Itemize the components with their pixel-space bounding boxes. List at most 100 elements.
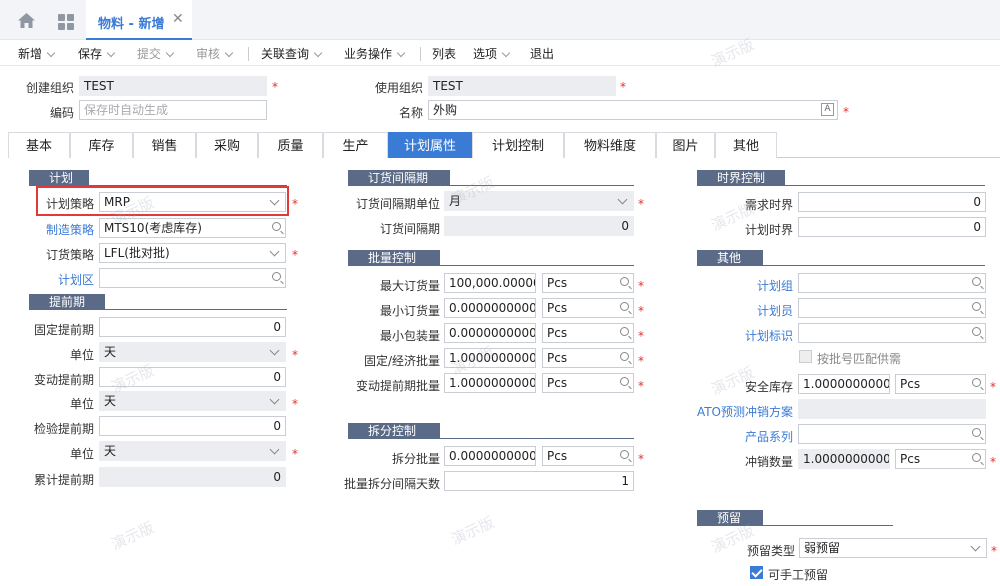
interval-field: 0 bbox=[444, 216, 634, 236]
var-lead-field[interactable]: 0 bbox=[99, 367, 286, 387]
plan-fence-field[interactable]: 0 bbox=[798, 217, 986, 237]
split-qty-unit[interactable]: Pcs bbox=[542, 446, 634, 466]
min-pack-unit[interactable]: Pcs bbox=[542, 323, 634, 343]
plan-fence-label: 计划时界 bbox=[744, 223, 793, 237]
max-qty-field[interactable]: 100,000.00000 bbox=[444, 273, 536, 293]
tab-8[interactable]: 物料维度 bbox=[564, 132, 656, 158]
lot-match-checkbox[interactable] bbox=[799, 350, 812, 363]
code-field[interactable]: 保存时自动生成 bbox=[79, 100, 267, 120]
search-icon[interactable] bbox=[972, 428, 981, 437]
var-lead-qty-unit[interactable]: Pcs bbox=[542, 373, 634, 393]
interval-unit-select[interactable]: 月 bbox=[444, 191, 634, 211]
planner-link[interactable]: 计划员 bbox=[700, 302, 793, 319]
reserve-type-select[interactable]: 弱预留 bbox=[799, 538, 987, 558]
product-series-field[interactable] bbox=[798, 424, 986, 444]
safety-stock-field[interactable]: 1.0000000000 bbox=[798, 374, 890, 394]
ato-field bbox=[798, 399, 986, 419]
options-button[interactable]: 选项 bbox=[473, 45, 511, 62]
submit-button[interactable]: 提交 bbox=[137, 45, 175, 62]
apps-grid-icon[interactable] bbox=[58, 14, 74, 30]
eco-qty-unit[interactable]: Pcs bbox=[542, 348, 634, 368]
max-qty-unit[interactable]: Pcs bbox=[542, 273, 634, 293]
tab-2[interactable]: 销售 bbox=[133, 132, 196, 158]
tab-5[interactable]: 生产 bbox=[323, 132, 388, 158]
min-qty-unit[interactable]: Pcs bbox=[542, 298, 634, 318]
section-interval: 订货间隔期 bbox=[348, 170, 450, 186]
planner-field[interactable] bbox=[798, 298, 986, 318]
search-icon[interactable] bbox=[972, 277, 981, 286]
fixed-lead-field[interactable]: 0 bbox=[99, 317, 286, 337]
create-org-field: TEST bbox=[79, 76, 267, 96]
split-days-field[interactable]: 1 bbox=[444, 471, 634, 491]
min-qty-field[interactable]: 0.0000000000 bbox=[444, 298, 536, 318]
business-ops-button[interactable]: 业务操作 bbox=[344, 45, 406, 62]
safety-stock-label: 安全库存 bbox=[744, 380, 793, 394]
safety-stock-unit[interactable]: Pcs bbox=[895, 374, 986, 394]
plan-mark-link[interactable]: 计划标识 bbox=[700, 327, 793, 344]
demand-fence-field[interactable]: 0 bbox=[798, 192, 986, 212]
var-lead-qty-field[interactable]: 1.0000000000 bbox=[444, 373, 536, 393]
related-query-button[interactable]: 关联查询 bbox=[261, 45, 323, 62]
search-icon[interactable] bbox=[972, 453, 981, 462]
list-button[interactable]: 列表 bbox=[432, 45, 456, 62]
required-mark: * bbox=[638, 452, 644, 466]
offset-qty-unit[interactable]: Pcs bbox=[895, 449, 986, 469]
search-icon[interactable] bbox=[972, 378, 981, 387]
split-qty-field[interactable]: 0.0000000000 bbox=[444, 446, 536, 466]
order-strategy-select[interactable]: LFL(批对批) bbox=[99, 243, 286, 263]
top-bar: 物料 - 新增 ✕ bbox=[0, 0, 1000, 40]
plan-zone-link[interactable]: 计划区 bbox=[30, 271, 94, 288]
close-icon[interactable]: ✕ bbox=[172, 11, 184, 27]
mfg-strategy-field[interactable]: MTS10(考虑库存) bbox=[99, 218, 286, 238]
plan-strategy-select[interactable]: MRP bbox=[99, 192, 286, 212]
save-button[interactable]: 保存 bbox=[78, 45, 116, 62]
search-icon[interactable] bbox=[620, 377, 629, 386]
plan-mark-field[interactable] bbox=[798, 323, 986, 343]
search-icon[interactable] bbox=[620, 302, 629, 311]
tab-1[interactable]: 库存 bbox=[70, 132, 133, 158]
product-series-link[interactable]: 产品系列 bbox=[700, 428, 793, 445]
tab-material-new[interactable]: 物料 - 新增 ✕ bbox=[86, 0, 192, 40]
ato-link[interactable]: ATO预测冲销方案 bbox=[690, 403, 793, 420]
eco-qty-field[interactable]: 1.0000000000 bbox=[444, 348, 536, 368]
tab-4[interactable]: 质量 bbox=[258, 132, 323, 158]
search-icon[interactable] bbox=[972, 327, 981, 336]
tab-3[interactable]: 采购 bbox=[196, 132, 258, 158]
plan-group-field[interactable] bbox=[798, 273, 986, 293]
required-mark: * bbox=[638, 279, 644, 293]
tab-10[interactable]: 其他 bbox=[715, 132, 777, 158]
search-icon[interactable] bbox=[972, 302, 981, 311]
tab-0[interactable]: 基本 bbox=[8, 132, 70, 158]
tab-6[interactable]: 计划属性 bbox=[388, 132, 472, 158]
search-icon[interactable] bbox=[272, 222, 281, 231]
min-pack-field[interactable]: 0.0000000000 bbox=[444, 323, 536, 343]
insp-lead-unit-select[interactable]: 天 bbox=[99, 441, 286, 461]
mfg-strategy-link[interactable]: 制造策略 bbox=[30, 221, 94, 238]
var-lead-unit-select[interactable]: 天 bbox=[99, 391, 286, 411]
search-icon[interactable] bbox=[620, 327, 629, 336]
plan-zone-field[interactable] bbox=[99, 268, 286, 288]
offset-qty-field: 1.0000000000 bbox=[798, 449, 890, 469]
insp-lead-field[interactable]: 0 bbox=[99, 416, 286, 436]
new-button[interactable]: 新增 bbox=[18, 45, 56, 62]
search-icon[interactable] bbox=[620, 277, 629, 286]
exit-button[interactable]: 退出 bbox=[530, 45, 554, 62]
home-icon[interactable] bbox=[18, 13, 35, 28]
tab-7[interactable]: 计划控制 bbox=[472, 132, 564, 158]
search-icon[interactable] bbox=[620, 352, 629, 361]
tab-9[interactable]: 图片 bbox=[656, 132, 715, 158]
audit-button[interactable]: 审核 bbox=[196, 45, 234, 62]
unit-value: Pcs bbox=[547, 301, 568, 315]
name-field[interactable]: 外购 A bbox=[428, 100, 838, 120]
search-icon[interactable] bbox=[620, 450, 629, 459]
section-batch: 批量控制 bbox=[348, 250, 440, 266]
unit-value: Pcs bbox=[900, 452, 921, 466]
search-icon[interactable] bbox=[272, 272, 281, 281]
tab-title: 物料 - 新增 bbox=[98, 17, 165, 32]
manual-reserve-checkbox[interactable] bbox=[750, 566, 763, 579]
fixed-lead-unit-select[interactable]: 天 bbox=[99, 342, 286, 362]
plan-group-link[interactable]: 计划组 bbox=[700, 277, 793, 294]
unit-label: 单位 bbox=[69, 397, 94, 411]
section-line bbox=[440, 438, 634, 439]
multilang-icon[interactable]: A bbox=[821, 103, 834, 116]
